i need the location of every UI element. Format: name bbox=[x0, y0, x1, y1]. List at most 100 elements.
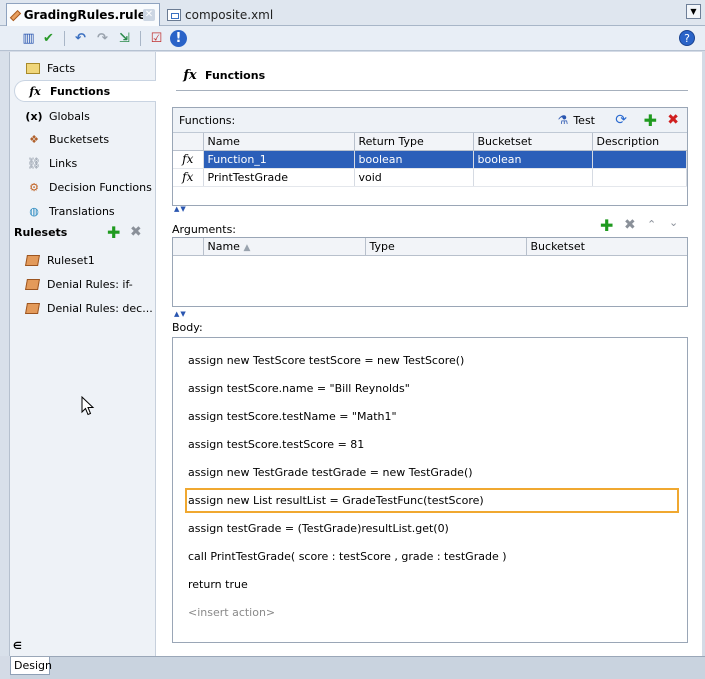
checklist-icon[interactable]: ☑ bbox=[148, 30, 165, 47]
function-body-editor[interactable]: assign new TestScore testScore = new Tes… bbox=[172, 337, 688, 643]
return-type-cell[interactable]: boolean bbox=[354, 150, 474, 169]
function-name-cell[interactable]: Function_1 bbox=[203, 150, 355, 169]
functions-table: Name Return Type Bucketset Description f… bbox=[173, 133, 687, 187]
nav-item-label: Facts bbox=[47, 61, 76, 75]
decision-function-icon: ⚙ bbox=[29, 180, 39, 194]
link-icon: ⛓ bbox=[27, 156, 41, 170]
resize-arrows-icon[interactable]: ▲▼ bbox=[174, 205, 187, 213]
ruleset-item[interactable]: Denial Rules: if- bbox=[14, 273, 156, 295]
move-up-icon[interactable]: ⌃ bbox=[647, 218, 656, 231]
body-action-line[interactable]: assign testScore.testScore = 81 bbox=[188, 438, 364, 451]
move-down-icon[interactable]: ⌄ bbox=[669, 216, 678, 229]
body-label: Body: bbox=[172, 321, 203, 334]
help-icon[interactable]: ? bbox=[679, 30, 695, 46]
table-row[interactable]: fx Function_1 boolean boolean bbox=[173, 150, 687, 169]
description-cell[interactable] bbox=[592, 150, 687, 169]
tab-grading-rules[interactable]: GradingRules.rules ✕ bbox=[6, 3, 160, 26]
info-icon[interactable]: ! bbox=[170, 30, 187, 47]
column-header[interactable]: Return Type bbox=[354, 133, 474, 151]
resize-arrows-icon[interactable]: ▲▼ bbox=[174, 310, 187, 318]
close-tab-icon[interactable]: ✕ bbox=[143, 9, 155, 21]
tab-composite-xml[interactable]: composite.xml bbox=[161, 3, 291, 26]
tab-label: composite.xml bbox=[185, 7, 274, 22]
body-action-line[interactable]: return true bbox=[188, 578, 248, 591]
body-action-line[interactable]: assign new TestScore testScore = new Tes… bbox=[188, 354, 464, 367]
validate-check-icon[interactable]: ✔ bbox=[40, 30, 57, 47]
bucketset-icon: ❖ bbox=[29, 132, 39, 146]
export-icon[interactable]: ⇲ bbox=[116, 30, 133, 47]
nav-item-globals[interactable]: (x) Globals bbox=[14, 105, 156, 127]
ruleset-label: Ruleset1 bbox=[47, 253, 95, 267]
redo-icon[interactable]: ↷ bbox=[94, 30, 111, 47]
nav-item-label: Globals bbox=[49, 109, 90, 123]
body-action-line[interactable]: assign new List resultList = GradeTestFu… bbox=[188, 494, 484, 507]
rulesets-header: Rulesets bbox=[14, 226, 67, 239]
toolbar-separator bbox=[140, 31, 141, 46]
ruleset-icon bbox=[25, 278, 40, 290]
nav-item-bucketsets[interactable]: ❖ Bucketsets bbox=[14, 128, 156, 150]
rulesets-label: Rulesets bbox=[14, 226, 68, 239]
editor-tab-strip: GradingRules.rules ✕ composite.xml ▼ bbox=[0, 0, 705, 26]
ruleset-item[interactable]: Denial Rules: dec... bbox=[14, 297, 156, 319]
table-row[interactable]: fx PrintTestGrade void bbox=[173, 168, 687, 187]
body-action-line[interactable]: call PrintTestGrade( score : testScore ,… bbox=[188, 550, 507, 563]
nav-item-translations[interactable]: ◍ Translations bbox=[14, 200, 156, 222]
add-function-icon[interactable]: ✚ bbox=[644, 111, 657, 130]
description-cell[interactable] bbox=[592, 168, 687, 187]
functions-editor: fx Functions Functions: ⚗ Test ⟳ ✚ ✖ Nam… bbox=[156, 52, 702, 656]
body-action-line[interactable]: assign testScore.name = "Bill Reynolds" bbox=[188, 382, 410, 395]
return-type-cell[interactable]: void bbox=[354, 168, 474, 187]
delete-function-icon[interactable]: ✖ bbox=[667, 112, 679, 128]
nav-item-label: Functions bbox=[50, 84, 111, 98]
column-header-icon bbox=[173, 133, 204, 151]
ruleset-item[interactable]: Ruleset1 bbox=[14, 249, 156, 271]
nav-item-functions[interactable]: fx Functions bbox=[14, 80, 156, 102]
mouse-cursor-icon bbox=[81, 396, 95, 416]
function-name-cell[interactable]: PrintTestGrade bbox=[203, 168, 355, 187]
rules-navigator: Facts fx Functions (x) Globals ❖ Buckets… bbox=[10, 52, 156, 656]
column-header[interactable]: Name bbox=[203, 133, 355, 151]
tab-list-dropdown-icon[interactable]: ▼ bbox=[686, 4, 701, 19]
table-header-row: Name ▲ Type Bucketset bbox=[173, 238, 687, 256]
open-book-icon[interactable]: ▥ bbox=[20, 30, 37, 47]
toolbar-separator bbox=[64, 31, 65, 46]
delete-ruleset-icon[interactable]: ✖ bbox=[130, 224, 142, 240]
delete-argument-icon[interactable]: ✖ bbox=[624, 217, 636, 233]
fx-icon: fx bbox=[173, 168, 204, 187]
test-button[interactable]: ⚗ Test bbox=[558, 113, 595, 127]
nav-item-decision-functions[interactable]: ⚙ Decision Functions bbox=[14, 176, 156, 198]
column-header[interactable]: Type bbox=[365, 238, 527, 256]
refresh-icon[interactable]: ⟳ bbox=[615, 112, 627, 128]
nav-item-facts[interactable]: Facts bbox=[14, 57, 156, 79]
test-icon: ⚗ bbox=[557, 113, 569, 127]
ruleset-icon bbox=[25, 254, 40, 266]
arguments-table: Name ▲ Type Bucketset bbox=[173, 238, 687, 256]
functions-panel: Functions: ⚗ Test ⟳ ✚ ✖ Name Return Type… bbox=[172, 107, 688, 206]
column-header-text: Name bbox=[207, 239, 240, 253]
body-action-line[interactable]: assign testGrade = (TestGrade)resultList… bbox=[188, 522, 449, 535]
nav-item-label: Decision Functions bbox=[49, 180, 152, 194]
column-header-icon bbox=[173, 238, 204, 256]
nav-item-links[interactable]: ⛓ Links bbox=[14, 152, 156, 174]
body-action-line[interactable]: assign new TestGrade testGrade = new Tes… bbox=[188, 466, 473, 479]
nav-item-label: Bucketsets bbox=[49, 132, 110, 146]
arguments-label: Arguments: bbox=[172, 223, 237, 236]
column-header[interactable]: Bucketset bbox=[473, 133, 593, 151]
editor-toolbar: ▥ ✔ ↶ ↷ ⇲ ☑ ! ? bbox=[0, 26, 705, 51]
column-header[interactable]: Description bbox=[592, 133, 687, 151]
bucketset-cell[interactable] bbox=[473, 168, 593, 187]
bucketset-cell[interactable]: boolean bbox=[473, 150, 593, 169]
insert-action-placeholder[interactable]: <insert action> bbox=[188, 606, 275, 619]
column-header[interactable]: Name ▲ bbox=[203, 238, 366, 256]
column-header[interactable]: Bucketset bbox=[526, 238, 687, 256]
editor-bottom-tabs: Design bbox=[10, 656, 705, 679]
tab-design[interactable]: Design bbox=[10, 657, 52, 675]
add-argument-icon[interactable]: ✚ bbox=[600, 216, 613, 235]
sort-ascending-icon: ▲ bbox=[243, 242, 251, 253]
tab-label: GradingRules.rules bbox=[23, 8, 153, 22]
undo-icon[interactable]: ↶ bbox=[72, 30, 89, 47]
nav-item-label: Translations bbox=[49, 204, 115, 218]
body-action-line[interactable]: assign testScore.testName = "Math1" bbox=[188, 410, 397, 423]
add-ruleset-icon[interactable]: ✚ bbox=[107, 223, 120, 242]
globals-icon: (x) bbox=[25, 109, 43, 123]
